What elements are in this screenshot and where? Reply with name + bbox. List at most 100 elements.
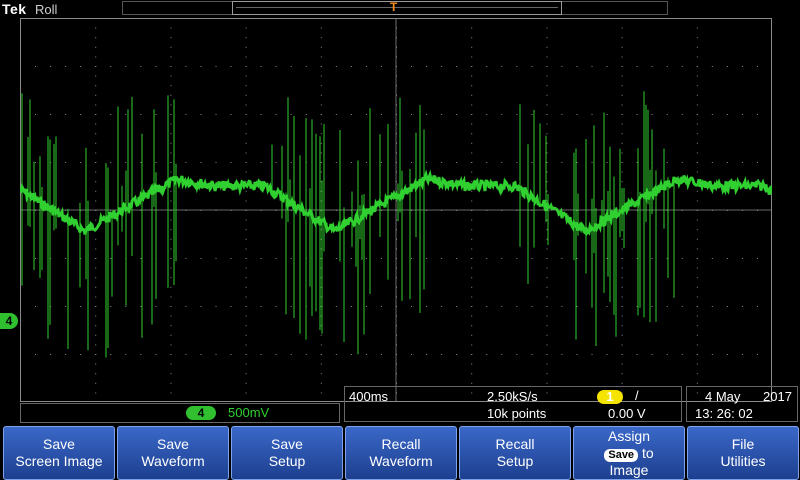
- trigger-source-badge: 1: [597, 390, 623, 404]
- grid-dot: [170, 133, 172, 135]
- grid-dot: [155, 66, 157, 67]
- grid-dot: [756, 114, 758, 115]
- softkey-label-to: to: [641, 444, 654, 461]
- grid-dot: [140, 114, 142, 115]
- grid-dot: [80, 114, 82, 115]
- grid-dot: [696, 171, 698, 173]
- grid-dot: [471, 248, 473, 250]
- grid-dot: [471, 85, 473, 87]
- grid-dot: [546, 114, 548, 115]
- grid-dot: [125, 66, 127, 67]
- softkey-label-line1: Assign: [607, 427, 651, 444]
- grid-dot: [170, 392, 172, 394]
- grid-dot: [486, 306, 488, 307]
- channel-4-ground-marker[interactable]: 4: [0, 313, 18, 329]
- grid-dot: [380, 162, 382, 163]
- grid-dot: [80, 162, 82, 163]
- grid-dot: [170, 229, 172, 231]
- grid-dot: [471, 162, 473, 163]
- record-length: 10k points: [487, 406, 547, 421]
- grid-dot: [20, 258, 21, 259]
- grid-dot: [335, 114, 337, 115]
- grid-dot: [546, 162, 548, 163]
- graticule-canvas: [20, 18, 772, 402]
- grid-dot: [245, 373, 247, 375]
- grid-dot: [696, 248, 698, 250]
- grid-dot: [170, 94, 172, 96]
- save-setup-button[interactable]: Save Setup: [231, 426, 343, 480]
- grid-dot: [95, 85, 97, 87]
- assign-save-button[interactable]: Assign Save to Image: [573, 426, 685, 480]
- grid-dot: [170, 46, 172, 48]
- grid-dot: [696, 85, 698, 87]
- grid-dot: [546, 258, 548, 259]
- grid-dot: [441, 162, 443, 163]
- grid-dot: [335, 258, 337, 259]
- grid-dot: [426, 258, 428, 259]
- grid-dot: [320, 382, 322, 384]
- grid-dot: [741, 66, 743, 67]
- grid-dot: [140, 66, 142, 67]
- grid-dot: [741, 162, 743, 163]
- grid-dot: [486, 114, 488, 115]
- grid-dot: [245, 18, 247, 19]
- trigger-position-marker[interactable]: T: [390, 0, 397, 14]
- grid-dot: [651, 306, 653, 307]
- save-waveform-button[interactable]: Save Waveform: [117, 426, 229, 480]
- grid-dot: [471, 200, 473, 202]
- save-screen-image-button[interactable]: Save Screen Image: [3, 426, 115, 480]
- grid-dot: [621, 27, 623, 29]
- grid-dot: [170, 354, 172, 355]
- grid-dot: [546, 66, 548, 67]
- grid-dot: [275, 354, 277, 355]
- grid-dot: [215, 66, 217, 67]
- grid-dot: [741, 354, 743, 355]
- grid-dot: [95, 162, 97, 163]
- grid-dot: [95, 382, 97, 384]
- grid-dot: [471, 344, 473, 346]
- recall-setup-button[interactable]: Recall Setup: [459, 426, 571, 480]
- grid-dot: [320, 363, 322, 365]
- grid-dot: [681, 114, 683, 115]
- grid-dot: [711, 66, 713, 67]
- grid-dot: [170, 334, 172, 336]
- grid-dot: [426, 306, 428, 307]
- grid-dot: [621, 94, 623, 96]
- grid-dot: [471, 152, 473, 154]
- grid-dot: [471, 104, 473, 106]
- date: 4 May: [705, 389, 741, 404]
- grid-dot: [546, 296, 548, 298]
- grid-dot: [621, 181, 623, 183]
- grid-dot: [621, 315, 623, 317]
- grid-dot: [320, 18, 322, 19]
- recall-waveform-button[interactable]: Recall Waveform: [345, 426, 457, 480]
- grid-dot: [471, 181, 473, 183]
- softkey-label-line2: Screen Image: [15, 453, 103, 469]
- grid-dot: [561, 66, 563, 67]
- grid-dot: [185, 114, 187, 115]
- grid-dot: [756, 354, 758, 355]
- grid-dot: [170, 382, 172, 384]
- grid-dot: [320, 46, 322, 48]
- grid-dot: [546, 94, 548, 96]
- grid-dot: [591, 114, 593, 115]
- acquisition-readout[interactable]: 400ms 2.50kS/s 10k points 1 / 0.00 V: [344, 386, 682, 422]
- grid-dot: [290, 306, 292, 307]
- grid-dot: [245, 142, 247, 144]
- grid-dot: [320, 142, 322, 144]
- channel-scale-readout[interactable]: 4 500mV: [20, 403, 340, 423]
- grid-dot: [80, 66, 82, 67]
- grid-dot: [245, 85, 247, 87]
- file-utilities-button[interactable]: File Utilities: [687, 426, 799, 480]
- grid-dot: [245, 306, 247, 307]
- grid-dot: [35, 162, 37, 163]
- grid-dot: [185, 354, 187, 355]
- grid-dot: [681, 354, 683, 355]
- grid-dot: [95, 37, 97, 39]
- grid-dot: [170, 66, 172, 67]
- grid-dot: [471, 373, 473, 375]
- grid-dot: [621, 142, 623, 144]
- grid-dot: [320, 75, 322, 77]
- grid-dot: [365, 162, 367, 163]
- grid-dot: [471, 190, 473, 192]
